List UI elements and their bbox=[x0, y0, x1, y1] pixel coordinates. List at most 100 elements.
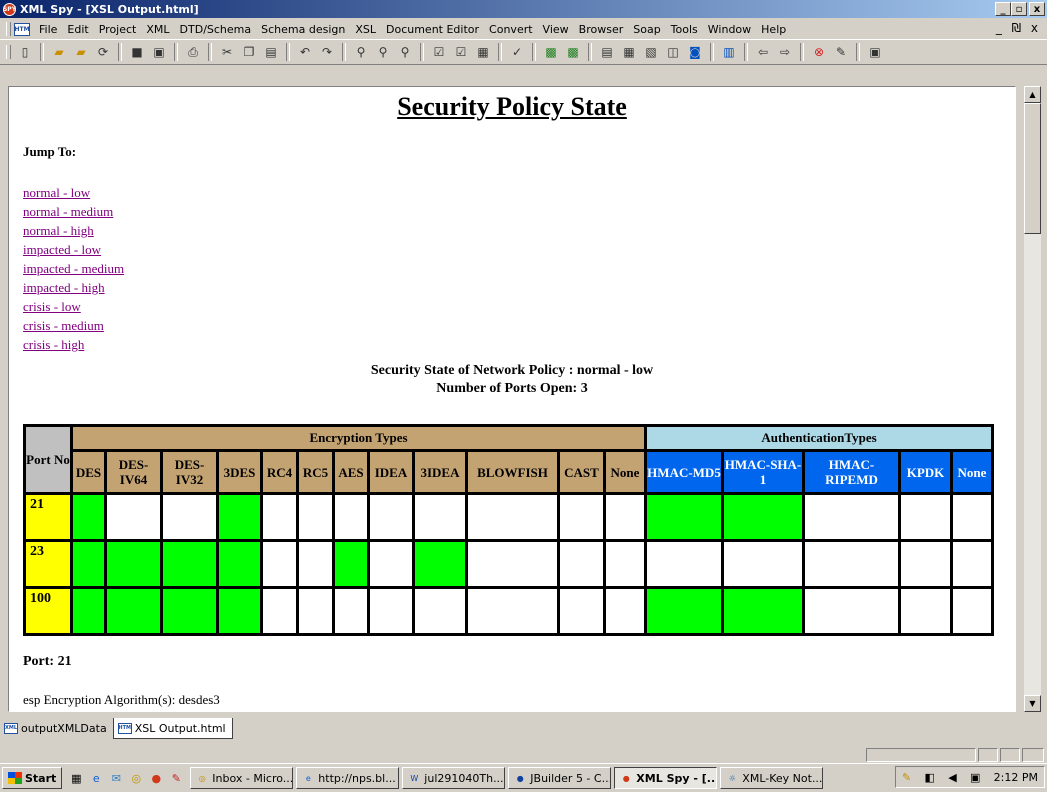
task-inbox[interactable]: ◎ Inbox - Micro... bbox=[190, 767, 294, 789]
menu-schema-design[interactable]: Schema design bbox=[256, 23, 350, 36]
tab-label: XSL Output.html bbox=[134, 721, 226, 735]
menu-xsl[interactable]: XSL bbox=[350, 23, 381, 36]
link-crisis-low[interactable]: crisis - low bbox=[23, 297, 124, 316]
cut-icon[interactable]: ✂ bbox=[217, 42, 237, 62]
menu-soap[interactable]: Soap bbox=[628, 23, 665, 36]
enc-col-header: 3DES bbox=[216, 449, 263, 495]
menu-xml[interactable]: XML bbox=[141, 23, 174, 36]
dtd-icon[interactable]: ▦ bbox=[473, 42, 493, 62]
find-icon[interactable]: ⚲ bbox=[351, 42, 371, 62]
menu-help[interactable]: Help bbox=[756, 23, 791, 36]
open-icon[interactable]: ▰ bbox=[49, 42, 69, 62]
notepad-icon: ☼ bbox=[728, 773, 736, 783]
xsl-transform-icon[interactable]: ▩ bbox=[541, 42, 561, 62]
link-normal-medium[interactable]: normal - medium bbox=[23, 202, 124, 221]
stop-icon[interactable]: ⊗ bbox=[809, 42, 829, 62]
menu-tools[interactable]: Tools bbox=[666, 23, 703, 36]
browser-view-icon[interactable]: ◙ bbox=[685, 42, 705, 62]
task-browser[interactable]: e http://nps.bl... bbox=[296, 767, 400, 789]
link-crisis-medium[interactable]: crisis - medium bbox=[23, 316, 124, 335]
encryption-disabled-cell bbox=[557, 539, 606, 589]
reload-icon[interactable]: ⟳ bbox=[93, 42, 113, 62]
task-xmlspy[interactable]: ● XML Spy - [... bbox=[614, 767, 718, 789]
spellcheck-icon[interactable]: ✓ bbox=[507, 42, 527, 62]
copy-icon[interactable]: ❐ bbox=[239, 42, 259, 62]
system-tray: ✎ ◧ ◀ ▣ 2:12 PM bbox=[895, 766, 1045, 788]
xmlspy-app-icon[interactable]: SPY bbox=[3, 2, 16, 16]
forward-icon[interactable]: ⇨ bbox=[775, 42, 795, 62]
document-window-controls[interactable]: _ ₪ x bbox=[996, 21, 1041, 35]
link-impacted-low[interactable]: impacted - low bbox=[23, 240, 124, 259]
tab-xsl-output-html[interactable]: HTM XSL Output.html bbox=[112, 718, 233, 739]
link-crisis-high[interactable]: crisis - high bbox=[23, 335, 124, 354]
print-icon[interactable]: ⎙ bbox=[183, 42, 203, 62]
menu-window[interactable]: Window bbox=[703, 23, 756, 36]
tray-icon[interactable]: ◧ bbox=[925, 771, 935, 784]
scroll-up-button[interactable]: ▲ bbox=[1024, 86, 1041, 103]
encryption-disabled-cell bbox=[603, 492, 647, 542]
check-well-formed-icon[interactable]: ☑ bbox=[429, 42, 449, 62]
start-button[interactable]: Start bbox=[2, 767, 63, 789]
fo-transform-icon[interactable]: ▩ bbox=[563, 42, 583, 62]
close-button[interactable]: x bbox=[1029, 2, 1045, 16]
tab-output-xml-data[interactable]: XML outputXMLData bbox=[0, 718, 113, 738]
auth-disabled-cell bbox=[950, 586, 994, 636]
new-icon[interactable]: ▯ bbox=[15, 42, 35, 62]
toolbar-separator bbox=[174, 43, 178, 61]
redo-icon[interactable]: ↷ bbox=[317, 42, 337, 62]
link-normal-low[interactable]: normal - low bbox=[23, 183, 124, 202]
scroll-thumb[interactable] bbox=[1024, 103, 1041, 234]
task-xml-key-notes[interactable]: ☼ XML-Key Not... bbox=[720, 767, 824, 789]
menu-edit[interactable]: Edit bbox=[62, 23, 93, 36]
encryption-disabled-cell bbox=[367, 539, 415, 589]
toolbar-separator bbox=[40, 43, 44, 61]
menu-file[interactable]: File bbox=[34, 23, 62, 36]
save-icon[interactable]: ■ bbox=[127, 42, 147, 62]
menu-grip[interactable] bbox=[6, 22, 11, 36]
authentic-view-icon[interactable]: ◫ bbox=[663, 42, 683, 62]
validate-icon[interactable]: ☑ bbox=[451, 42, 471, 62]
save-all-icon[interactable]: ▣ bbox=[149, 42, 169, 62]
browser-view[interactable]: Security Policy State Jump To: normal - … bbox=[8, 86, 1016, 712]
restore-button[interactable]: ▫ bbox=[1011, 2, 1027, 16]
table-icon[interactable]: ▥ bbox=[719, 42, 739, 62]
replace-icon[interactable]: ⚲ bbox=[395, 42, 415, 62]
link-impacted-medium[interactable]: impacted - medium bbox=[23, 259, 124, 278]
find-next-icon[interactable]: ⚲ bbox=[373, 42, 393, 62]
task-label: XML-Key Not... bbox=[742, 771, 823, 785]
task-jbuilder[interactable]: ● JBuilder 5 - C... bbox=[508, 767, 612, 789]
task-word-doc[interactable]: Wjul291040Th... bbox=[402, 767, 506, 789]
title-bar[interactable]: SPY XML Spy - [XSL Output.html] _ ▫ x bbox=[0, 0, 1047, 18]
link-impacted-high[interactable]: impacted - high bbox=[23, 278, 124, 297]
menu-project[interactable]: Project bbox=[94, 23, 142, 36]
volume-icon[interactable]: ◀ bbox=[948, 771, 956, 784]
network-icon[interactable]: ▣ bbox=[970, 771, 980, 784]
scroll-down-button[interactable]: ▼ bbox=[1024, 695, 1041, 712]
outlook-icon[interactable]: ◎ bbox=[128, 770, 144, 786]
toolbar-grip[interactable] bbox=[6, 45, 11, 59]
xmlspy-launch-icon[interactable]: ● bbox=[148, 770, 164, 786]
options-icon[interactable]: ▣ bbox=[865, 42, 885, 62]
grid-view-icon[interactable]: ▦ bbox=[619, 42, 639, 62]
minimize-button[interactable]: _ bbox=[995, 2, 1011, 16]
internet-explorer-icon[interactable]: e bbox=[88, 770, 104, 786]
menu-browser[interactable]: Browser bbox=[574, 23, 629, 36]
back-icon[interactable]: ⇦ bbox=[753, 42, 773, 62]
open-url-icon[interactable]: ▰ bbox=[71, 42, 91, 62]
outlook-express-icon[interactable]: ✉ bbox=[108, 770, 124, 786]
undo-icon[interactable]: ↶ bbox=[295, 42, 315, 62]
vertical-scrollbar[interactable]: ▲ ▼ bbox=[1024, 86, 1041, 712]
tray-icon[interactable]: ✎ bbox=[902, 771, 911, 784]
menu-dtd-schema[interactable]: DTD/Schema bbox=[175, 23, 257, 36]
document-icon[interactable]: HTM bbox=[14, 22, 30, 36]
menu-convert[interactable]: Convert bbox=[484, 23, 538, 36]
paste-icon[interactable]: ▤ bbox=[261, 42, 281, 62]
refresh-icon[interactable]: ✎ bbox=[831, 42, 851, 62]
text-view-icon[interactable]: ▤ bbox=[597, 42, 617, 62]
menu-view[interactable]: View bbox=[538, 23, 574, 36]
menu-document-editor[interactable]: Document Editor bbox=[381, 23, 484, 36]
link-normal-high[interactable]: normal - high bbox=[23, 221, 124, 240]
app-launch-icon[interactable]: ✎ bbox=[168, 770, 184, 786]
schema-view-icon[interactable]: ▧ bbox=[641, 42, 661, 62]
show-desktop-icon[interactable]: ▦ bbox=[68, 770, 84, 786]
